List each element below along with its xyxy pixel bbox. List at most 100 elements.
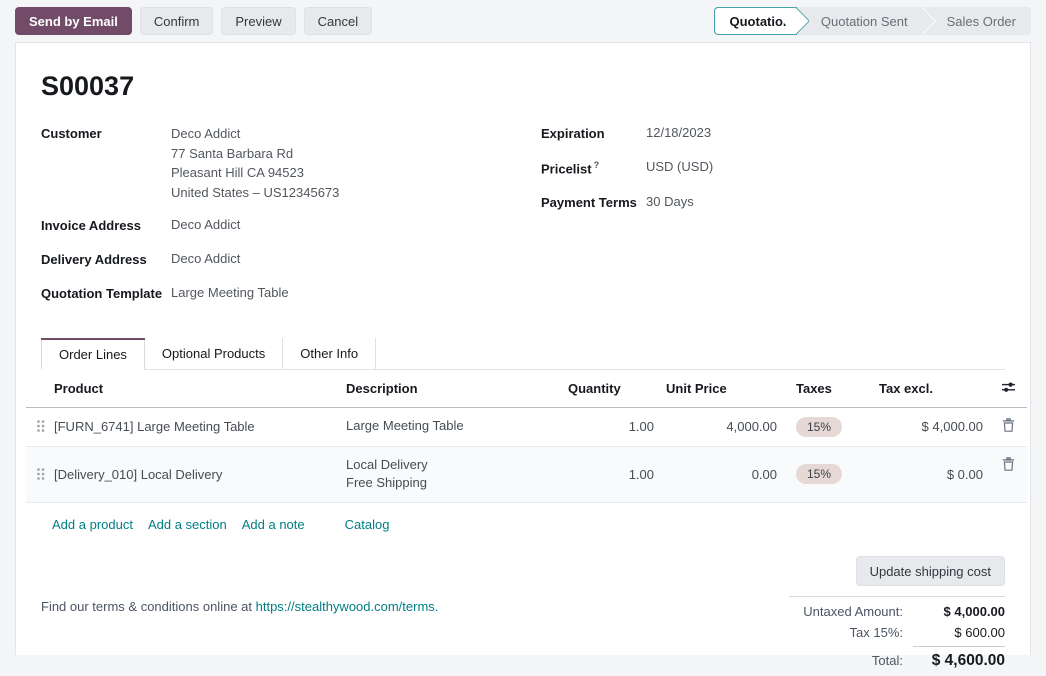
order-lines-table: Product Description Quantity Unit Price …	[26, 370, 1027, 504]
pricelist-label: Pricelist?	[541, 158, 646, 179]
pricelist-help-icon[interactable]: ?	[594, 160, 600, 170]
delivery-address-value[interactable]: Deco Addict	[171, 250, 240, 270]
untaxed-amount-row: Untaxed Amount: $ 4,000.00	[789, 604, 1005, 619]
field-customer: Customer Deco Addict 77 Santa Barbara Rd…	[41, 124, 541, 202]
invoice-address-value[interactable]: Deco Addict	[171, 216, 240, 236]
expiration-label: Expiration	[541, 124, 646, 144]
update-shipping-cost-button[interactable]: Update shipping cost	[856, 556, 1005, 586]
customer-name[interactable]: Deco Addict	[171, 124, 339, 144]
field-payment-terms: Payment Terms 30 Days	[541, 193, 1005, 213]
trash-icon	[1002, 459, 1015, 474]
quantity-cell[interactable]: 1.00	[562, 446, 660, 503]
optional-columns-icon[interactable]	[1001, 382, 1016, 397]
sheet-footer: Find our terms & conditions online at ht…	[41, 556, 1005, 676]
handle-column-header	[26, 370, 48, 408]
drag-handle-icon[interactable]	[32, 417, 45, 436]
optional-columns-header	[989, 370, 1027, 408]
product-cell[interactable]: [Delivery_010] Local Delivery	[48, 446, 340, 503]
tab-other-info[interactable]: Other Info	[283, 338, 376, 370]
tax-row: Tax 15%: $ 600.00	[789, 625, 1005, 640]
line-action-links: Add a product Add a section Add a note C…	[52, 517, 1005, 532]
delete-row-button[interactable]	[1002, 418, 1015, 435]
taxes-cell[interactable]: 15%	[783, 407, 873, 446]
quantity-column-header[interactable]: Quantity	[562, 370, 660, 408]
total-value: $ 4,600.00	[913, 646, 1005, 670]
customer-city: Pleasant Hill CA 94523	[171, 163, 339, 183]
subtotal-cell: $ 0.00	[873, 446, 989, 503]
send-by-email-button[interactable]: Send by Email	[15, 7, 132, 35]
expiration-value[interactable]: 12/18/2023	[646, 124, 711, 144]
description-line: Large Meeting Table	[346, 417, 556, 436]
delivery-address-label: Delivery Address	[41, 250, 171, 270]
field-groups: Customer Deco Addict 77 Santa Barbara Rd…	[41, 124, 1005, 318]
payment-terms-value[interactable]: 30 Days	[646, 193, 694, 213]
catalog-link[interactable]: Catalog	[345, 517, 390, 532]
add-a-section-link[interactable]: Add a section	[148, 517, 227, 532]
delete-row-button[interactable]	[1002, 457, 1015, 474]
quotation-template-label: Quotation Template	[41, 284, 171, 304]
taxes-column-header[interactable]: Taxes	[783, 370, 873, 408]
add-a-product-link[interactable]: Add a product	[52, 517, 133, 532]
tax-badge[interactable]: 15%	[796, 417, 842, 437]
field-delivery-address: Delivery Address Deco Addict	[41, 250, 541, 270]
status-step-quotation[interactable]: Quotation	[714, 7, 797, 35]
field-invoice-address: Invoice Address Deco Addict	[41, 216, 541, 236]
table-header-row: Product Description Quantity Unit Price …	[26, 370, 1027, 408]
notebook-tabs: Order Lines Optional Products Other Info	[41, 338, 1005, 370]
product-cell[interactable]: [FURN_6741] Large Meeting Table	[48, 407, 340, 446]
terms-and-conditions: Find our terms & conditions online at ht…	[41, 556, 789, 676]
preview-button[interactable]: Preview	[221, 7, 295, 35]
pricelist-value[interactable]: USD (USD)	[646, 158, 713, 179]
tab-order-lines[interactable]: Order Lines	[41, 338, 145, 370]
quotation-template-value[interactable]: Large Meeting Table	[171, 284, 289, 304]
description-cell[interactable]: Large Meeting Table	[340, 407, 562, 446]
unit-price-cell[interactable]: 0.00	[660, 446, 783, 503]
description-line: Local Delivery	[346, 456, 556, 475]
unit-price-cell[interactable]: 4,000.00	[660, 407, 783, 446]
trash-icon	[1002, 420, 1015, 435]
description-line: Free Shipping	[346, 474, 556, 493]
total-label: Total:	[789, 648, 913, 668]
page-title[interactable]: S00037	[41, 71, 1005, 102]
status-step-quotation-sent[interactable]: Quotation Sent	[797, 7, 923, 35]
customer-label: Customer	[41, 124, 171, 202]
terms-link[interactable]: https://stealthywood.com/terms.	[256, 599, 439, 614]
invoice-address-label: Invoice Address	[41, 216, 171, 236]
totals-table: Untaxed Amount: $ 4,000.00 Tax 15%: $ 60…	[789, 596, 1005, 676]
action-buttons: Send by Email Confirm Preview Cancel	[15, 7, 372, 35]
field-quotation-template: Quotation Template Large Meeting Table	[41, 284, 541, 304]
field-expiration: Expiration 12/18/2023	[541, 124, 1005, 144]
cancel-button[interactable]: Cancel	[304, 7, 372, 35]
total-row: Total: $ 4,600.00	[789, 646, 1005, 670]
tax-label: Tax 15%:	[789, 625, 913, 640]
taxes-cell[interactable]: 15%	[783, 446, 873, 503]
field-pricelist: Pricelist? USD (USD)	[541, 158, 1005, 179]
terms-text: Find our terms & conditions online at	[41, 599, 256, 614]
customer-value[interactable]: Deco Addict 77 Santa Barbara Rd Pleasant…	[171, 124, 339, 202]
payment-terms-label: Payment Terms	[541, 193, 646, 213]
untaxed-amount-label: Untaxed Amount:	[789, 604, 913, 619]
totals-section: Update shipping cost Untaxed Amount: $ 4…	[789, 556, 1005, 676]
customer-country: United States – US12345673	[171, 183, 339, 203]
product-column-header[interactable]: Product	[48, 370, 340, 408]
subtotal-column-header[interactable]: Tax excl.	[873, 370, 989, 408]
tax-badge[interactable]: 15%	[796, 464, 842, 484]
quantity-cell[interactable]: 1.00	[562, 407, 660, 446]
status-pipeline: Quotation Quotation Sent Sales Order	[714, 7, 1032, 35]
add-a-note-link[interactable]: Add a note	[242, 517, 305, 532]
drag-handle-icon[interactable]	[32, 465, 45, 484]
tab-optional-products[interactable]: Optional Products	[145, 338, 283, 370]
confirm-button[interactable]: Confirm	[140, 7, 214, 35]
untaxed-amount-value: $ 4,000.00	[913, 604, 1005, 619]
description-column-header[interactable]: Description	[340, 370, 562, 408]
control-panel: Send by Email Confirm Preview Cancel Quo…	[0, 0, 1046, 42]
table-row[interactable]: [Delivery_010] Local Delivery Local Deli…	[26, 446, 1027, 503]
unit-price-column-header[interactable]: Unit Price	[660, 370, 783, 408]
tax-value: $ 600.00	[913, 625, 1005, 640]
form-sheet: S00037 Customer Deco Addict 77 Santa Bar…	[15, 42, 1031, 655]
pricelist-label-text: Pricelist	[541, 161, 592, 176]
status-step-sales-order[interactable]: Sales Order	[923, 7, 1031, 35]
table-row[interactable]: [FURN_6741] Large Meeting Table Large Me…	[26, 407, 1027, 446]
description-cell[interactable]: Local Delivery Free Shipping	[340, 446, 562, 503]
customer-street: 77 Santa Barbara Rd	[171, 144, 339, 164]
